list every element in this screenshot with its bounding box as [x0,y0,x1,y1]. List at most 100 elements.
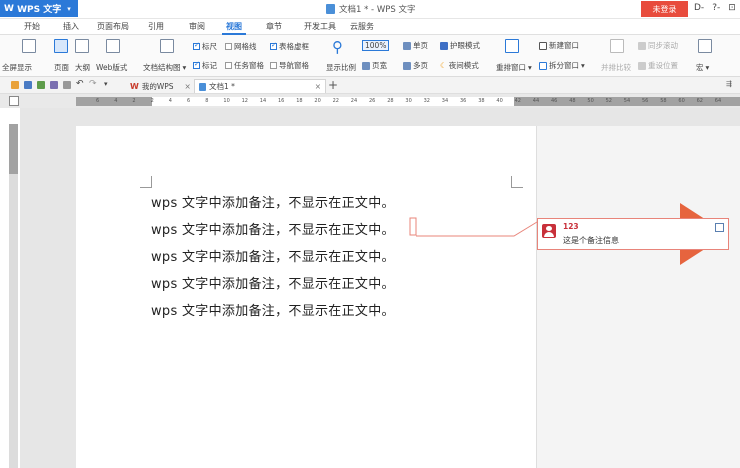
customize-chevron-icon[interactable]: ▾ [104,80,108,88]
doc-tab-mywps[interactable]: W 我的WPS × [126,79,195,93]
tab-insert[interactable]: 插入 [59,21,83,35]
restore-button[interactable]: ⊡ [728,3,736,13]
chevron-down-icon: ▾ [705,63,710,72]
page-width-label: 页宽 [372,61,387,70]
tab-home[interactable]: 开始 [20,21,44,35]
menu-bar: 开始 插入 页面布局 引用 审阅 视图 章节 开发工具 云服务 [0,19,740,35]
tab-menu-icon[interactable]: ⇶ [726,80,732,88]
open-folder-icon[interactable] [11,81,19,89]
undo-icon[interactable]: ↶ [76,79,84,89]
horizontal-ruler[interactable]: 6 4 2 2 4 6 8 10 12 14 16 18 20 22 24 26 28 30 32 34 36 38 40 4… [76,97,740,106]
page-view-icon [54,39,68,53]
comment-card[interactable]: 123 这是个备注信息 [537,218,729,250]
side-by-side-button[interactable]: 并排比较 [601,62,631,73]
print-preview-icon[interactable] [63,81,71,89]
new-window-button[interactable]: 新建窗口 [539,40,579,51]
close-icon[interactable]: × [185,82,191,91]
task-pane-label: 任务窗格 [234,61,264,70]
split-window-button[interactable]: 拆分窗口 ▾ [539,60,585,71]
ribbon: 全屏显示 页面 大纲 Web版式 文档结构图▾ 标尺 网格线 表格虚框 标记 任… [0,35,740,77]
help-button[interactable]: ?- [712,3,720,13]
ruler-number: 4 [168,98,172,104]
ruler-number: 32 [423,98,430,104]
ruler-number: 2 [132,98,136,104]
save-icon[interactable] [24,81,32,89]
vertical-ruler-text-area [9,174,18,468]
ruler-number: 18 [296,98,303,104]
ruler-number: 36 [460,98,467,104]
window-title-text: 文档1 * - WPS 文字 [339,5,416,15]
print-icon[interactable] [50,81,58,89]
doc-tab-label: 我的WPS [141,81,174,91]
shield-icon [440,41,448,50]
text-line[interactable]: wps 文字中添加备注，不显示在正文中。 [151,192,395,211]
eye-mode-button[interactable]: 护眼模式 [440,40,480,51]
sync-scroll-button[interactable]: 同步滚动 [638,40,678,51]
page-width-button[interactable]: 页宽 [362,60,387,71]
app-menu-button[interactable]: W WPS 文字 ▾ [0,0,78,17]
tab-reference[interactable]: 引用 [144,21,168,35]
text-line[interactable]: wps 文字中添加备注，不显示在正文中。 [151,219,395,238]
split-window-label: 拆分窗口 [549,61,579,70]
new-window-icon [539,41,547,50]
tab-cloud[interactable]: 云服务 [346,21,378,35]
multi-page-button[interactable]: 多页 [403,60,428,71]
text-line[interactable]: wps 文字中添加备注，不显示在正文中。 [151,273,395,292]
chevron-down-icon: ▾ [67,4,71,13]
login-button[interactable]: 未登录 [641,1,688,17]
marks-checkbox[interactable]: 标记 [193,60,217,71]
task-pane-checkbox[interactable]: 任务窗格 [225,60,264,71]
tab-review[interactable]: 审阅 [185,21,209,35]
redo-icon[interactable]: ↷ [89,79,97,89]
multi-page-label: 多页 [413,61,428,70]
title-right-controls: D- ?- ⊡ [694,3,736,13]
table-gridlines-checkbox[interactable]: 表格虚框 [270,41,309,52]
outline-button[interactable]: 大纲 [75,62,90,73]
single-page-button[interactable]: 单页 [403,40,428,51]
ruler-number: 8 [205,98,209,104]
text-line[interactable]: wps 文字中添加备注，不显示在正文中。 [151,300,395,319]
macro-button[interactable]: 宏 ▾ [696,62,709,73]
wps-logo-icon: W [4,3,18,14]
web-layout-button[interactable]: Web版式 [96,62,127,73]
ruler-number: 30 [405,98,412,104]
nav-pane-checkbox[interactable]: 导航窗格 [270,60,309,71]
ruler-number: 26 [369,98,376,104]
new-tab-plus-icon[interactable]: + [328,78,338,92]
vertical-ruler[interactable] [9,124,18,468]
rearrange-button[interactable]: 重排窗口 ▾ [496,62,532,73]
tab-view[interactable]: 视图 [222,21,246,35]
zoom-100-button[interactable]: 100% [362,40,390,51]
comment-text[interactable]: 这是个备注信息 [563,235,619,246]
ruler-number: 56 [642,98,649,104]
gridlines-checkbox[interactable]: 网格线 [225,41,257,52]
export-pdf-icon[interactable] [37,81,45,89]
close-icon[interactable]: × [315,82,321,91]
doc-tab-document1[interactable]: 文档1 * × [194,79,326,93]
zoom-button[interactable]: 显示比例 [326,62,356,73]
ruler-checkbox[interactable]: 标尺 [193,41,217,52]
comment-author: 123 [563,222,579,231]
fullscreen-button[interactable]: 全屏显示 [2,62,32,73]
comment-menu-icon[interactable] [715,223,724,232]
ruler-number: 34 [441,98,449,104]
page-view-button[interactable]: 页面 [54,62,69,73]
reset-position-button[interactable]: 重设位置 [638,60,678,71]
outline-icon [75,39,89,53]
sync-scroll-icon [638,41,646,50]
tab-developer[interactable]: 开发工具 [300,21,340,35]
ruler-number: 20 [314,98,321,104]
tab-page-layout[interactable]: 页面布局 [93,21,133,35]
skin-button[interactable]: D- [694,3,704,13]
night-mode-button[interactable]: ☾ 夜间模式 [440,60,479,71]
multi-page-icon [403,61,411,70]
tab-chapter[interactable]: 章节 [262,21,286,35]
tab-stop-selector[interactable] [9,96,19,106]
doc-structure-button[interactable]: 文档结构图 ▾ [143,62,186,73]
comment-margin-panel [536,126,740,468]
corner-mark [140,176,152,188]
ruler-number: 16 [278,98,285,104]
ruler-numbers: 6 4 2 2 4 6 8 10 12 14 16 18 20 22 24 26 28 30 32 34 36 38 40 4… [76,97,740,106]
checkbox-icon [225,43,232,50]
text-line[interactable]: wps 文字中添加备注，不显示在正文中。 [151,246,395,265]
